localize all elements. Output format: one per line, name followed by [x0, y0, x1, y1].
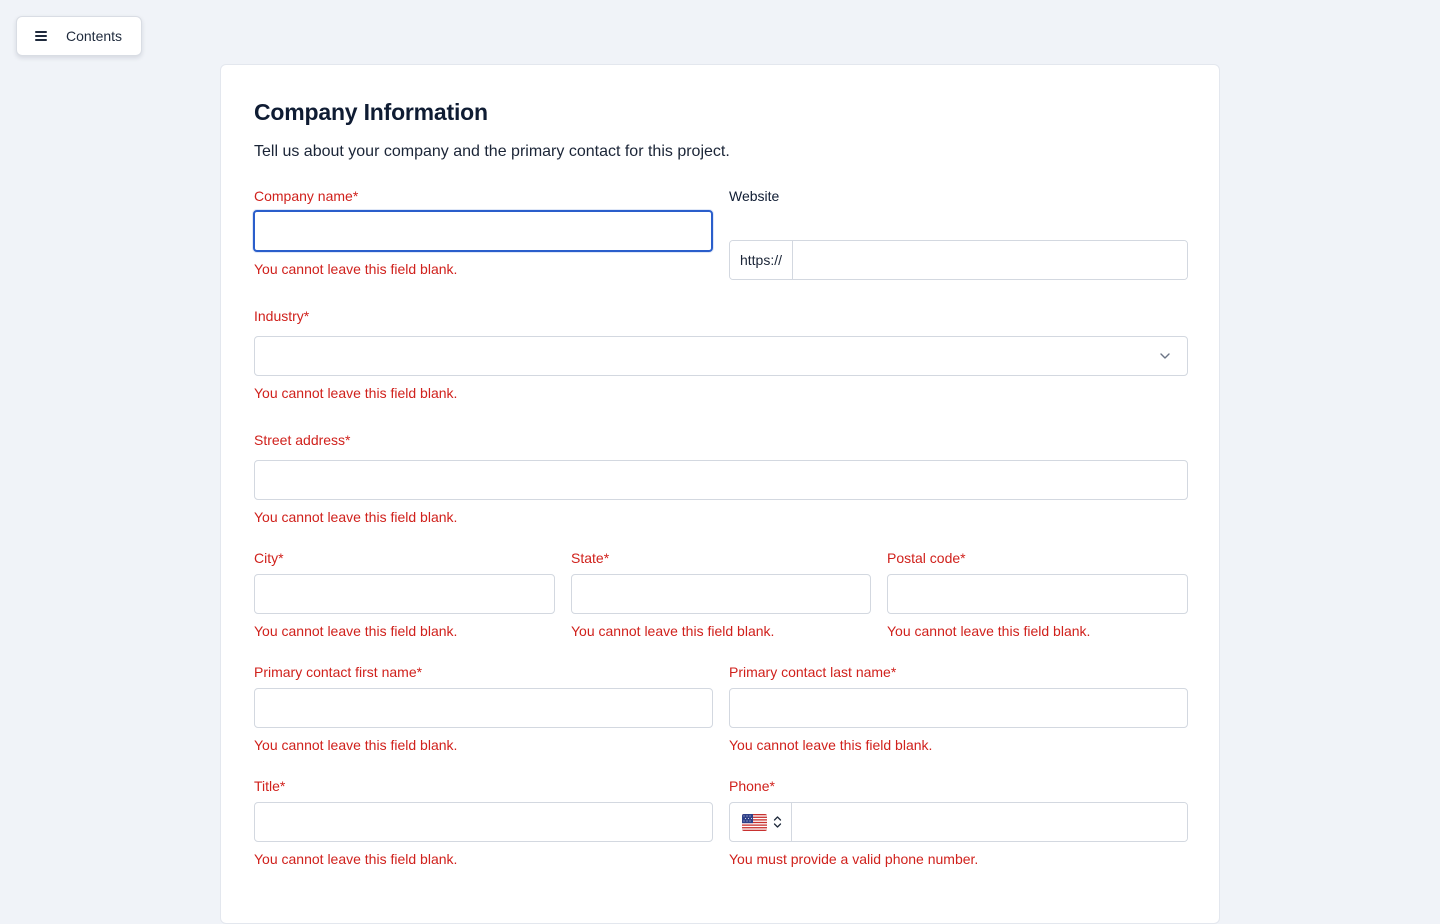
title-error: You cannot leave this field blank. — [254, 851, 458, 867]
first-name-label: Primary contact first name* — [254, 664, 423, 680]
last-name-label: Primary contact last name* — [729, 664, 897, 680]
chevron-up-down-icon — [773, 816, 782, 828]
us-flag-icon — [742, 813, 767, 831]
first-name-input[interactable] — [254, 688, 713, 728]
city-label: City* — [254, 550, 284, 566]
postal-code-error: You cannot leave this field blank. — [887, 623, 1091, 639]
form-card: Company Information Tell us about your c… — [220, 64, 1220, 924]
industry-error: You cannot leave this field blank. — [254, 385, 458, 401]
state-input[interactable] — [571, 574, 871, 614]
title-label: Title* — [254, 778, 286, 794]
phone-label: Phone* — [729, 778, 775, 794]
website-input[interactable] — [793, 241, 1187, 279]
state-label: State* — [571, 550, 610, 566]
industry-label: Industry* — [254, 308, 310, 324]
company-name-error: You cannot leave this field blank. — [254, 261, 458, 277]
phone-error: You must provide a valid phone number. — [729, 851, 979, 867]
last-name-input[interactable] — [729, 688, 1188, 728]
street-address-error: You cannot leave this field blank. — [254, 509, 458, 525]
contents-button[interactable]: Contents — [16, 16, 142, 56]
title-input[interactable] — [254, 802, 713, 842]
chevron-down-icon — [1160, 353, 1170, 359]
industry-select[interactable] — [254, 336, 1188, 376]
page-subtitle: Tell us about your company and the prima… — [254, 143, 730, 160]
city-input[interactable] — [254, 574, 555, 614]
company-name-label: Company name* — [254, 188, 359, 204]
postal-code-label: Postal code* — [887, 550, 966, 566]
menu-icon — [35, 31, 47, 41]
phone-field — [729, 802, 1188, 842]
country-code-select[interactable] — [730, 803, 792, 841]
street-address-label: Street address* — [254, 432, 351, 448]
contents-label: Contents — [66, 28, 123, 44]
state-error: You cannot leave this field blank. — [571, 623, 775, 639]
postal-code-input[interactable] — [887, 574, 1188, 614]
company-name-input[interactable] — [253, 210, 713, 252]
city-error: You cannot leave this field blank. — [254, 623, 458, 639]
street-address-input[interactable] — [254, 460, 1188, 500]
last-name-error: You cannot leave this field blank. — [729, 737, 933, 753]
website-prefix: https:// — [730, 241, 793, 279]
first-name-error: You cannot leave this field blank. — [254, 737, 458, 753]
page-title: Company Information — [254, 99, 488, 125]
phone-input[interactable] — [792, 803, 1187, 841]
website-field: https:// — [729, 240, 1188, 280]
website-label: Website — [729, 188, 780, 204]
